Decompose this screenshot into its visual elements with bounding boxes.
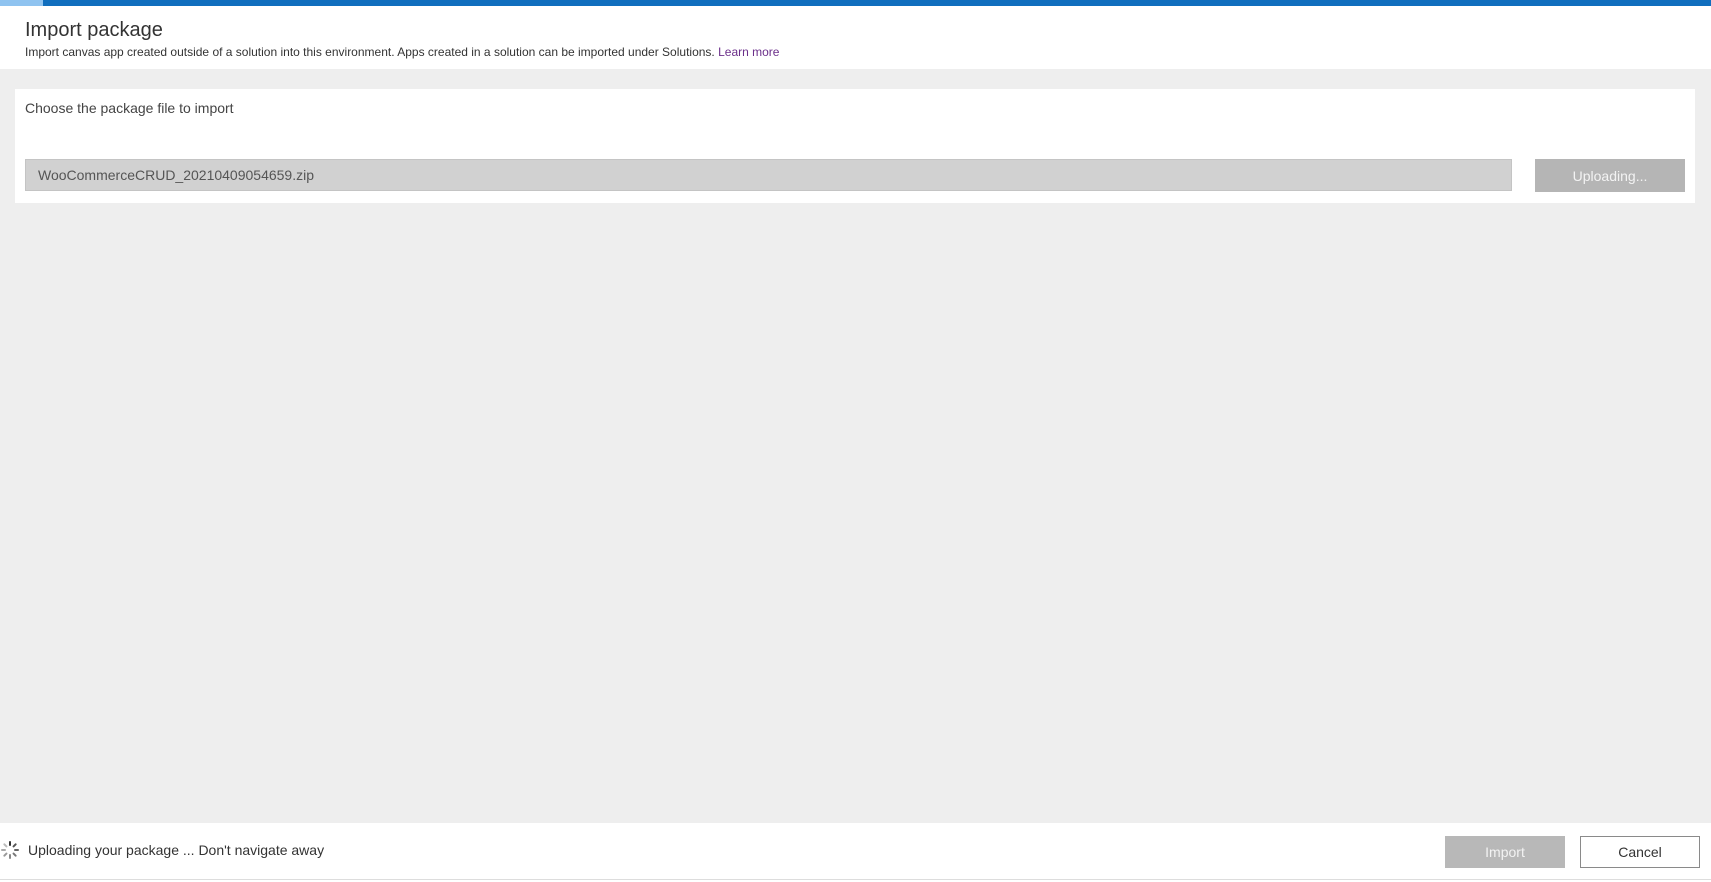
main-content: Choose the package file to import Upload… <box>0 69 1711 823</box>
file-picker-card: Choose the package file to import Upload… <box>15 89 1695 203</box>
file-picker-label: Choose the package file to import <box>25 100 234 116</box>
page-title: Import package <box>25 19 163 41</box>
upload-status-text: Uploading your package ... Don't navigat… <box>28 842 325 858</box>
cancel-button[interactable]: Cancel <box>1580 836 1700 868</box>
learn-more-link[interactable]: Learn more <box>718 45 779 59</box>
upload-button[interactable]: Uploading... <box>1535 159 1685 192</box>
page-subtitle: Import canvas app created outside of a s… <box>25 45 779 59</box>
spinner-icon <box>1 841 19 859</box>
footer-bar: Uploading your package ... Don't navigat… <box>0 823 1711 880</box>
import-button[interactable]: Import <box>1445 836 1565 868</box>
page-header: Import package Import canvas app created… <box>0 6 1711 69</box>
file-name-field[interactable] <box>25 159 1512 191</box>
page-subtitle-text: Import canvas app created outside of a s… <box>25 45 715 59</box>
